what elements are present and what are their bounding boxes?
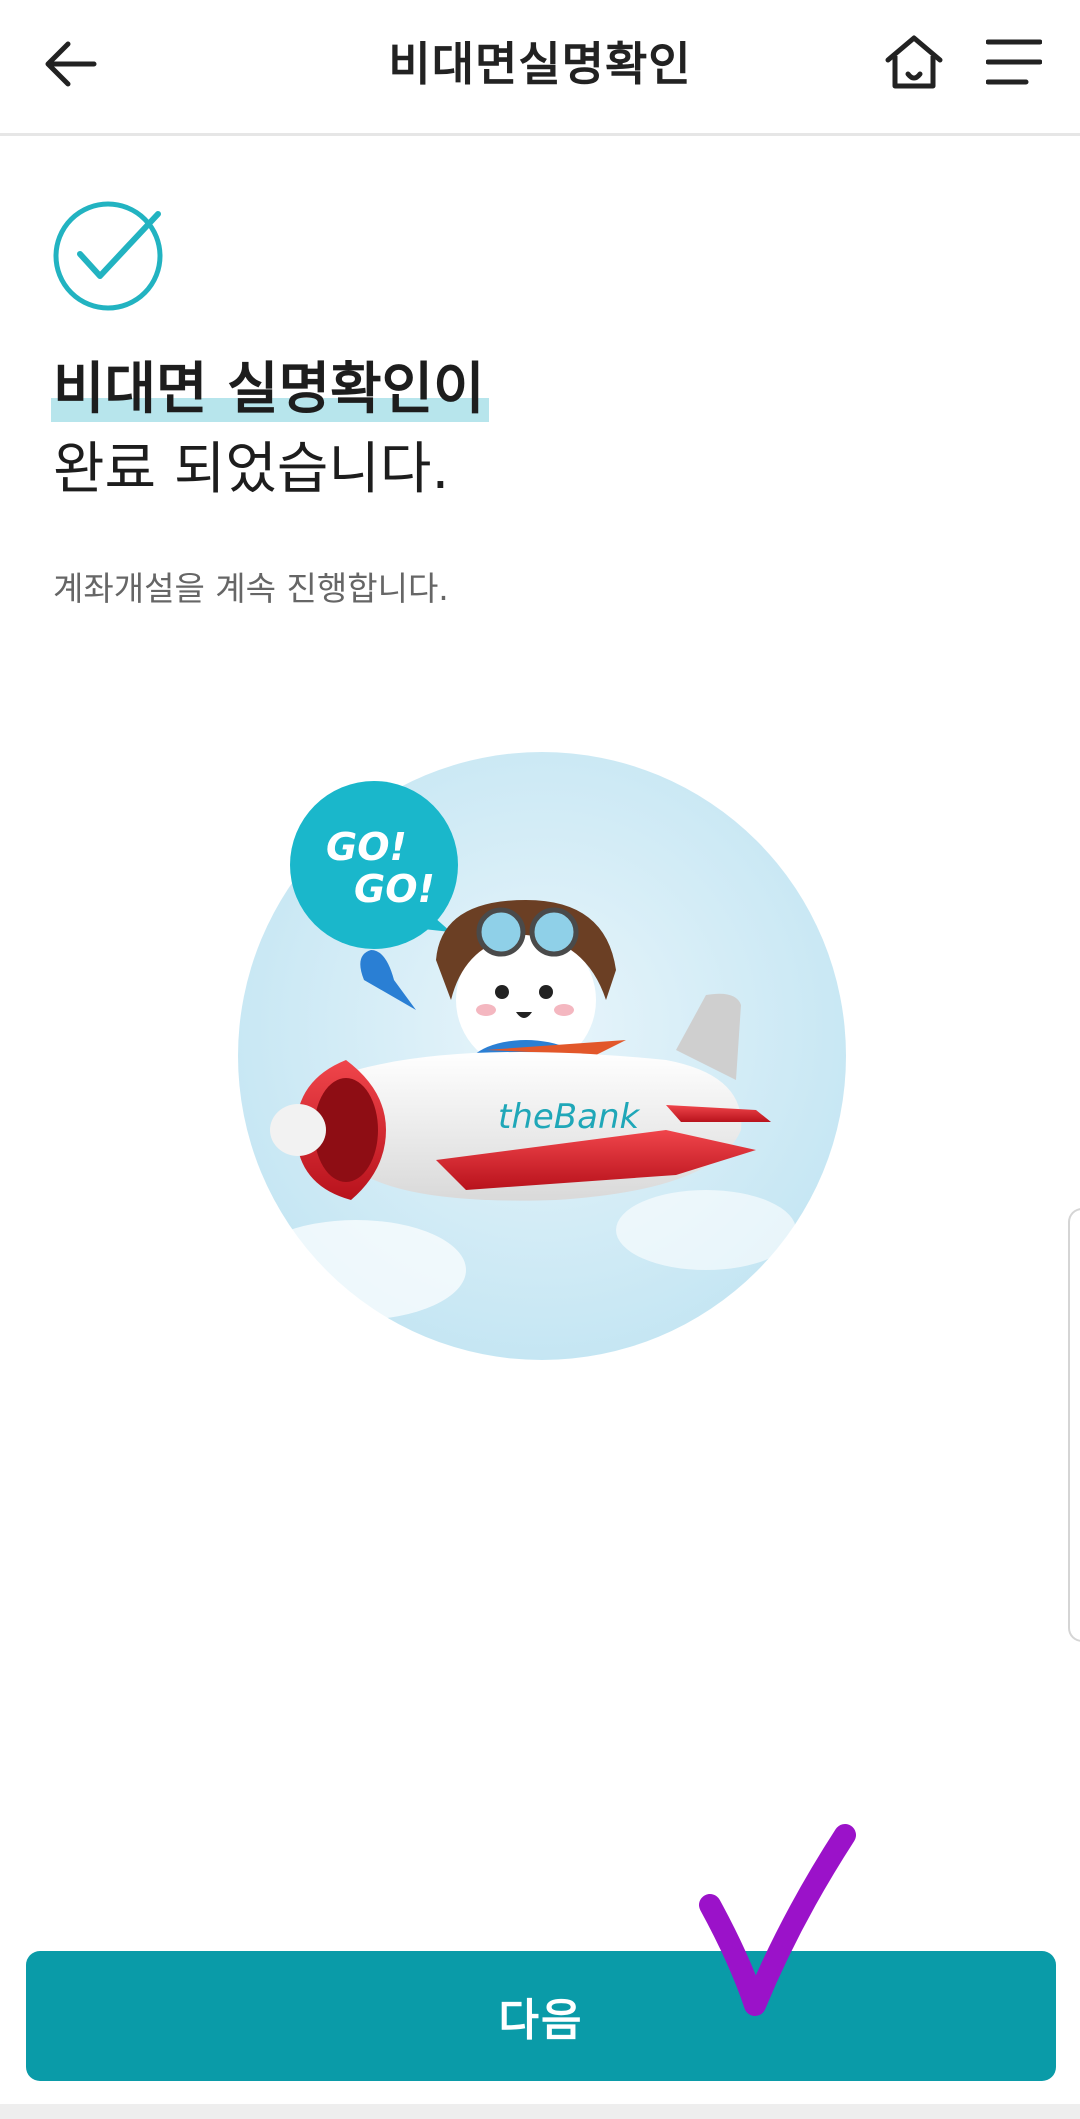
- plane-logo: theBank: [498, 1097, 641, 1137]
- check-circle-icon: [53, 201, 163, 311]
- status-subtext: 계좌개설을 계속 진행합니다.: [53, 569, 449, 608]
- page: 비대면실명확인 비대면 실명확인이 완료 되었습니다. 계좌개설을 계속 진행합…: [0, 0, 1080, 2119]
- heading-line-1: 비대면 실명확인이: [51, 350, 489, 430]
- bubble-text-2: GO!: [354, 867, 435, 911]
- app-header: 비대면실명확인: [0, 0, 1080, 136]
- completion-heading: 비대면 실명확인이 완료 되었습니다.: [51, 350, 489, 510]
- hamburger-menu-icon[interactable]: [986, 36, 1042, 88]
- home-icon[interactable]: [882, 30, 946, 94]
- heading-line-2: 완료 되었습니다.: [53, 437, 450, 502]
- bubble-text-1: GO!: [326, 825, 407, 869]
- next-button[interactable]: 다음: [26, 1951, 1056, 2081]
- speech-bubble: GO! GO!: [290, 781, 458, 949]
- edge-panel-handle[interactable]: [1068, 1208, 1080, 1642]
- mascot-airplane-illustration: GO! GO! theBank: [238, 752, 846, 1360]
- system-bottom-bar: [0, 2104, 1080, 2119]
